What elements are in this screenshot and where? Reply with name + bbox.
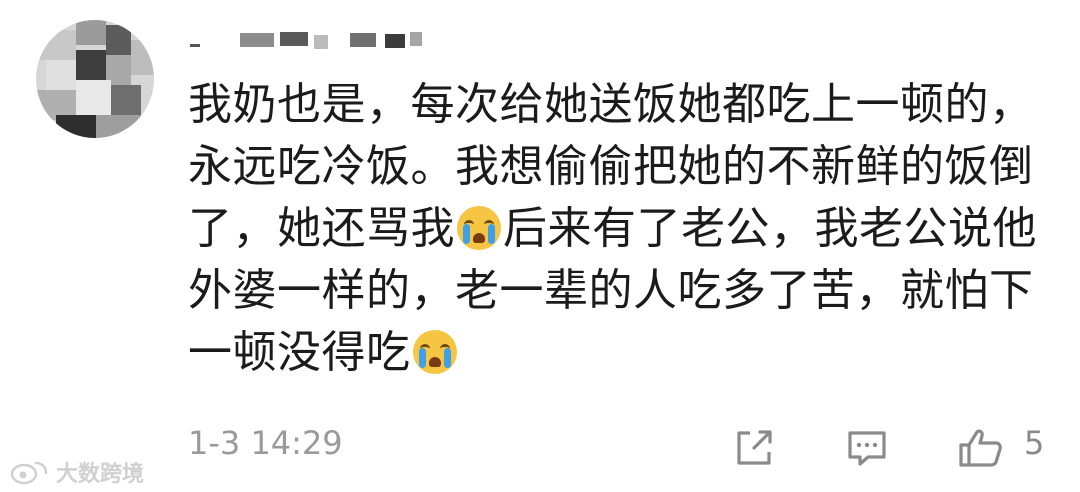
thumbs-up-icon [959, 429, 1002, 467]
reply-button[interactable] [846, 428, 888, 468]
share-button[interactable] [734, 428, 776, 468]
crying-face-emoji [457, 206, 501, 250]
crying-face-emoji [412, 330, 457, 374]
watermark-text: 大数跨境 [56, 462, 145, 487]
comment-segment: 了，她还骂我 [188, 203, 455, 254]
comment-line: 永远吃冷饭。我想偷偷把她的不新鲜的饭倒 [188, 141, 1034, 192]
comment-line: 了，她还骂我 后来有了老公，我老公说他 [188, 198, 1048, 260]
comment-icon [848, 431, 886, 466]
comment-line: 我奶也是，每次给她送饭她都吃上一顿的， [188, 79, 1034, 130]
comment-segment: 后来有了老公，我老公说他 [503, 203, 1037, 254]
like-button[interactable] [958, 428, 1004, 468]
comment-segment: 一顿没得吃 [188, 327, 411, 378]
comment-line: 一顿没得吃 [188, 322, 1048, 384]
username-blurred[interactable] [190, 30, 440, 50]
weibo-logo-icon [10, 461, 48, 485]
share-icon [737, 430, 772, 465]
comment-line: 外婆一样的，老一辈的人吃多了苦，就怕下 [188, 265, 1034, 316]
like-count: 5 [1024, 424, 1045, 462]
avatar[interactable] [36, 20, 154, 138]
comment-text: 我奶也是，每次给她送饭她都吃上一顿的， 永远吃冷饭。我想偷偷把她的不新鲜的饭倒 … [188, 74, 1048, 384]
watermark: 大数跨境 [10, 456, 144, 488]
timestamp: 1-3 14:29 [188, 424, 343, 462]
